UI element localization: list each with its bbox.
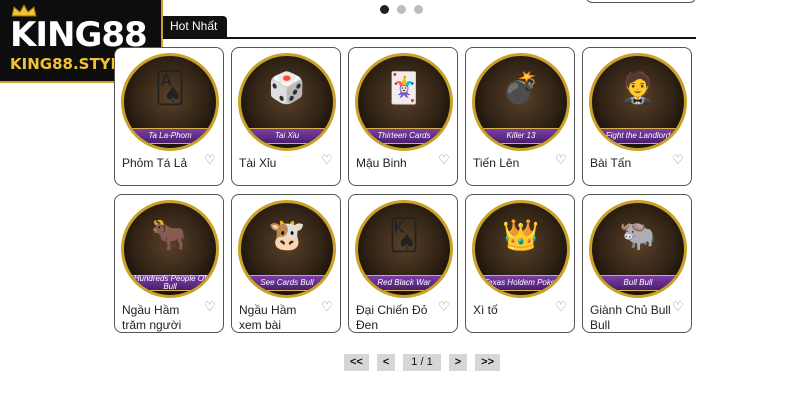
- game-banner: Texas Holdem Poker: [475, 275, 567, 291]
- game-title: Ngầu Hầm trăm người: [122, 303, 182, 332]
- game-thumbnail: 👑 Texas Holdem Poker: [472, 200, 570, 298]
- bomb-cards-icon: 💣: [502, 72, 540, 106]
- game-banner: Ta La-Phom: [124, 128, 216, 144]
- game-card[interactable]: 👑 Texas Holdem Poker Xì tố ♡: [465, 194, 575, 333]
- game-thumbnail: 🐃 Bull Bull: [589, 200, 687, 298]
- bull-chips-icon: 🐂: [151, 219, 189, 253]
- pagination: << < 1 / 1 > >>: [344, 354, 500, 371]
- tab-hot[interactable]: Hot Nhất: [160, 16, 228, 37]
- vs-cards-icon: 🂮: [388, 219, 420, 253]
- game-banner: Fight the Landlord: [592, 128, 684, 144]
- heart-icon[interactable]: ♡: [555, 300, 567, 313]
- game-card[interactable]: 🐃 Bull Bull Giành Chủ Bull Bull ♡: [582, 194, 692, 333]
- crown-cards-icon: 👑: [502, 219, 540, 253]
- game-card[interactable]: 🐂 Hundreds People Of Bull Ngầu Hầm trăm …: [114, 194, 224, 333]
- heart-icon[interactable]: ♡: [672, 153, 684, 166]
- game-thumbnail: 🎲 Tai Xiu: [238, 53, 336, 151]
- heart-icon[interactable]: ♡: [672, 300, 684, 313]
- heart-icon[interactable]: ♡: [204, 300, 216, 313]
- carousel-dot-1[interactable]: [380, 5, 389, 14]
- game-card[interactable]: 🐮 See Cards Bull Ngầu Hầm xem bài ♡: [231, 194, 341, 333]
- previous-section-card-edge: [586, 0, 696, 3]
- dice-cup-icon: 🎲: [268, 72, 306, 106]
- game-thumbnail: 🃏 Thirteen Cards: [355, 53, 453, 151]
- game-banner: Killer 13: [475, 128, 567, 144]
- first-page-button[interactable]: <<: [344, 354, 369, 371]
- next-page-button[interactable]: >: [448, 354, 468, 371]
- game-card[interactable]: 🂮 Red Black War Đại Chiến Đỏ Đen ♡: [348, 194, 458, 333]
- heart-icon[interactable]: ♡: [438, 300, 450, 313]
- landlord-character-icon: 🤵: [619, 72, 657, 106]
- game-thumbnail: 🐂 Hundreds People Of Bull: [121, 200, 219, 298]
- game-title: Bài Tấn: [590, 156, 632, 170]
- game-title: Mậu Binh: [356, 156, 407, 170]
- game-banner: Red Black War: [358, 275, 450, 291]
- game-thumbnail: 🤵 Fight the Landlord: [589, 53, 687, 151]
- game-thumbnail: 🂡 Ta La-Phom: [121, 53, 219, 151]
- carousel-dots: [380, 5, 423, 14]
- game-banner: Bull Bull: [592, 275, 684, 291]
- page-indicator: 1 / 1: [403, 354, 441, 371]
- heart-icon[interactable]: ♡: [438, 153, 450, 166]
- game-banner: Hundreds People Of Bull: [124, 275, 216, 291]
- last-page-button[interactable]: >>: [475, 354, 500, 371]
- heart-icon[interactable]: ♡: [321, 300, 333, 313]
- game-thumbnail: 💣 Killer 13: [472, 53, 570, 151]
- heart-icon[interactable]: ♡: [204, 153, 216, 166]
- phom-cards-icon: 🂡: [154, 72, 186, 106]
- heart-icon[interactable]: ♡: [555, 153, 567, 166]
- game-thumbnail: 🐮 See Cards Bull: [238, 200, 336, 298]
- cartoon-bull-icon: 🐮: [268, 219, 306, 253]
- heart-icon[interactable]: ♡: [321, 153, 333, 166]
- logo-domain: KING88.STYLE: [10, 55, 131, 73]
- game-card[interactable]: 🤵 Fight the Landlord Bài Tấn ♡: [582, 47, 692, 186]
- category-tab-bar: Hot Nhất: [114, 16, 696, 39]
- game-card[interactable]: 🂡 Ta La-Phom Phỏm Tá Lả ♡: [114, 47, 224, 186]
- prev-page-button[interactable]: <: [376, 354, 396, 371]
- golden-bull-icon: 🐃: [619, 219, 657, 253]
- game-title: Xì tố: [473, 303, 498, 317]
- revolver-cards-icon: 🃏: [385, 72, 423, 106]
- carousel-dot-3[interactable]: [414, 5, 423, 14]
- carousel-dot-2[interactable]: [397, 5, 406, 14]
- game-banner: Tai Xiu: [241, 128, 333, 144]
- game-banner: See Cards Bull: [241, 275, 333, 291]
- game-title: Phỏm Tá Lả: [122, 156, 188, 170]
- game-card[interactable]: 🃏 Thirteen Cards Mậu Binh ♡: [348, 47, 458, 186]
- game-title: Tài Xỉu: [239, 156, 277, 170]
- game-title: Đại Chiến Đỏ Đen: [356, 303, 428, 332]
- game-title: Giành Chủ Bull Bull: [590, 303, 671, 332]
- game-title: Ngầu Hầm xem bài: [239, 303, 297, 332]
- game-card[interactable]: 💣 Killer 13 Tiến Lên ♡: [465, 47, 575, 186]
- game-banner: Thirteen Cards: [358, 128, 450, 144]
- game-card[interactable]: 🎲 Tai Xiu Tài Xỉu ♡: [231, 47, 341, 186]
- game-title: Tiến Lên: [473, 156, 520, 170]
- game-thumbnail: 🂮 Red Black War: [355, 200, 453, 298]
